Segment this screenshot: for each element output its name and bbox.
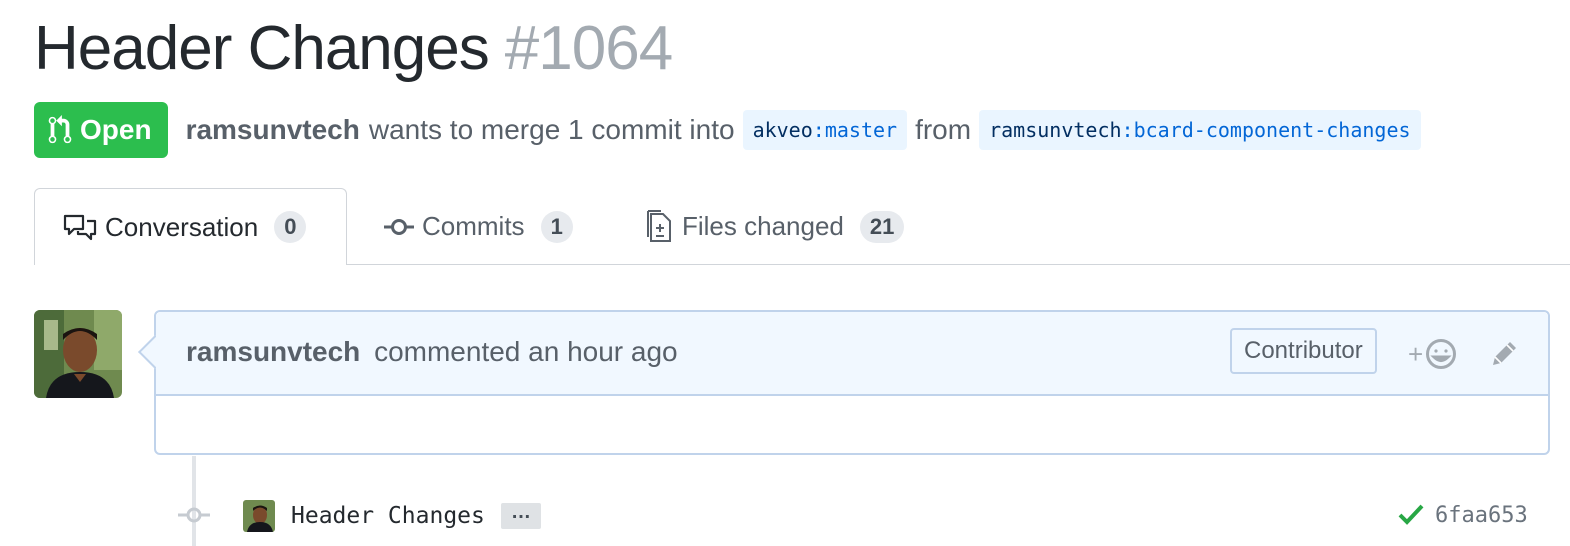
smiley-icon [1426,339,1457,369]
head-branch[interactable]: ramsunvtech:bcard-component-changes [979,110,1421,150]
base-branch-owner: akveo [752,118,813,142]
tab-files-changed[interactable]: Files changed 21 [646,188,905,265]
head-branch-owner: ramsunvtech [989,118,1122,142]
pr-meta: Open ramsunvtech wants to merge 1 commit… [34,102,1429,158]
check-icon[interactable] [1398,502,1424,531]
merge-text: wants to merge 1 commit into [368,114,735,145]
comment-discussion-icon [63,214,97,241]
contributor-badge: Contributor [1230,328,1377,374]
file-diff-icon [647,209,671,242]
merge-description: ramsunvtech wants to merge 1 commit into… [186,110,1429,150]
comment-byline: ramsunvtech commented an hour ago [186,336,678,368]
git-commit-icon [384,218,414,235]
state-badge: Open [34,102,168,158]
tab-conversation-label: Conversation [105,211,259,242]
edit-comment-button[interactable] [1490,338,1520,373]
pr-number: #1064 [504,14,673,83]
tab-conversation-count: 0 [274,211,307,243]
pencil-icon [1493,342,1516,365]
avatar-image [34,310,122,398]
base-branch-name: master [824,118,898,142]
git-commit-icon [178,505,210,530]
pr-title: Header Changes [34,14,490,83]
commit-avatar-image [243,500,275,532]
tab-files-changed-count: 21 [859,210,905,243]
pr-title-row: Header Changes #1064 [34,12,673,86]
comment-header: ramsunvtech commented an hour ago Contri… [156,312,1548,396]
commit-message-link[interactable]: Header Changes [291,500,485,532]
comment-author-avatar[interactable] [34,310,122,398]
commit-expander-button[interactable]: … [501,502,541,529]
tab-conversation[interactable]: Conversation 0 [34,188,347,265]
tab-commits-label: Commits [422,211,525,241]
pr-author-link[interactable]: ramsunvtech [186,114,360,146]
commit-author-avatar[interactable] [243,500,275,532]
add-reaction-button[interactable]: + [1408,338,1457,370]
tab-commits[interactable]: Commits 1 [384,188,573,265]
commit-sha-link[interactable]: 6faa653 [1435,500,1528,532]
base-branch[interactable]: akveo:master [742,110,908,150]
reaction-plus: + [1408,338,1424,369]
timeline-line [192,456,196,546]
comment-author-link[interactable]: ramsunvtech [186,336,360,367]
comment-box: ramsunvtech commented an hour ago Contri… [138,310,1550,455]
git-pull-request-icon [48,115,72,144]
comment-timestamp[interactable]: commented an hour ago [374,336,678,367]
tab-files-changed-label: Files changed [682,211,844,241]
pr-tabnav: Conversation 0 Commits 1 Files changed 2… [34,188,1570,265]
tab-commits-count: 1 [540,210,573,243]
state-label: Open [80,114,152,145]
head-branch-name: bcard-component-changes [1133,118,1411,142]
from-text: from [915,114,972,145]
